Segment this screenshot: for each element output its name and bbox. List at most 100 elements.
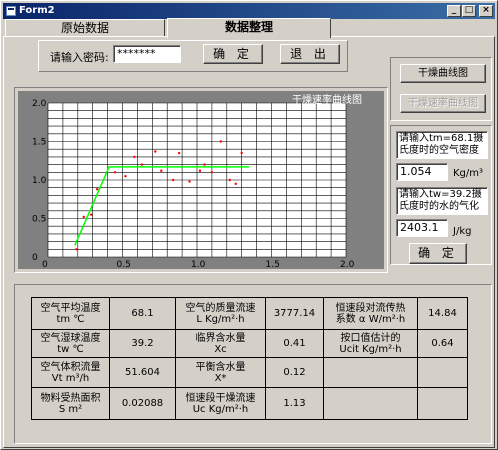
table-row: 物料受热面积 S m² 0.02088 恒速段干燥流速 Uc Kg/m²·h 1.13 <box>31 387 468 420</box>
data-point <box>124 174 127 178</box>
data-point <box>198 169 202 172</box>
quantity-label: 物料受热面积 <box>40 392 101 404</box>
quantity-label: 恒速段对流传热 <box>335 302 406 314</box>
x-tick-label: 1.5 <box>266 260 280 269</box>
table-label-cell <box>323 357 418 388</box>
app-icon <box>6 6 16 16</box>
titlebar: Form2 _ □ × <box>3 3 495 19</box>
table-label-cell: 恒速段干燥流速 Uc Kg/m²·h <box>175 387 266 420</box>
x-tick-label: 0 <box>42 260 48 269</box>
quantity-unit: Ucit Kg/m²·h <box>339 343 402 355</box>
y-tick-label: 0 <box>32 253 38 263</box>
data-point <box>171 178 175 182</box>
confirm-values-button[interactable]: 确 定 <box>409 243 467 264</box>
data-point <box>95 188 99 191</box>
data-point <box>133 155 136 159</box>
table-label-cell: 按口值估计的 Ucit Kg/m²·h <box>323 329 418 358</box>
chart-title: 干燥速率曲线图 <box>292 93 362 106</box>
vaporization-heat-prompt: 请输入tw=39.2摄氏度时的水的气化 <box>396 187 488 215</box>
y-tick-label: 1.5 <box>32 138 46 148</box>
table-value-cell <box>417 357 468 388</box>
table-value-cell: 51.604 <box>109 357 176 388</box>
quantity-unit: tm ℃ <box>56 313 85 325</box>
quantity-label: 按口值估计的 <box>340 332 401 344</box>
results-table: 空气平均温度 tm ℃ 68.1 空气的质量流速 L Kg/m²·h 3777.14 恒速段… <box>31 297 468 420</box>
table-row: 空气平均温度 tm ℃ 68.1 空气的质量流速 L Kg/m²·h 3777.14 恒速段… <box>31 297 468 330</box>
y-tick-label: 1.0 <box>32 176 47 186</box>
quantity-label: 空气的质量流速 <box>185 302 256 314</box>
quantity-label: 临界含水量 <box>195 332 246 344</box>
password-input[interactable]: ******* <box>113 45 181 63</box>
tab-strip: 原始数据 数据整理 <box>3 18 495 38</box>
tab-raw-data[interactable]: 原始数据 <box>5 19 165 37</box>
quantity-label: 平衡含水量 <box>195 361 246 373</box>
data-point <box>234 182 237 186</box>
table-label-cell: 空气湿球温度 tw ℃ <box>31 329 110 358</box>
table-value-cell: 14.84 <box>417 297 468 330</box>
maximize-button[interactable]: □ <box>462 5 476 17</box>
table-row: 空气湿球温度 tw ℃ 39.2 临界含水量 Xc 0.41 按口值估计的 Ucit Kg/m… <box>31 329 468 358</box>
table-label-cell: 平衡含水量 X* <box>175 357 266 388</box>
table-value-cell: 0.02088 <box>109 387 176 420</box>
close-button[interactable]: × <box>479 5 493 17</box>
minimize-button[interactable]: _ <box>447 5 461 17</box>
quantity-unit: L Kg/m²·h <box>196 313 245 325</box>
table-label-cell: 空气的质量流速 L Kg/m²·h <box>175 297 266 330</box>
table-label-cell <box>323 387 418 420</box>
quantity-unit: S m² <box>58 403 83 415</box>
quantity-label: 恒速段干燥流速 <box>185 392 256 404</box>
quantity-unit: Xc <box>214 343 227 355</box>
form-window: Form2 _ □ × 原始数据 数据整理 请输入密码: ******* 确 定… <box>0 0 498 450</box>
air-density-input[interactable]: 1.054 <box>396 163 448 181</box>
tab-data-processing[interactable]: 数据整理 <box>167 18 331 38</box>
table-row: 空气体积流量 Vt m³/h 51.604 平衡含水量 X* 0.12 <box>31 357 468 388</box>
table-value-cell: 0.41 <box>265 329 324 358</box>
table-label-cell: 临界含水量 Xc <box>175 329 266 358</box>
quantity-unit: Uc Kg/m²·h <box>192 403 249 415</box>
quantity-label: 空气湿球温度 <box>40 332 101 344</box>
quantity-label: 空气平均温度 <box>40 302 101 314</box>
quantity-unit: 系数 α W/m²·h <box>335 313 406 325</box>
drying-curve-button[interactable]: 干燥曲线图 <box>400 64 486 83</box>
table-value-cell: 39.2 <box>109 329 176 358</box>
chart-grid <box>47 102 347 258</box>
data-point <box>140 163 144 166</box>
table-label-cell: 空气体积流量 Vt m³/h <box>31 357 110 388</box>
air-density-unit: Kg/m³ <box>453 168 484 179</box>
quantity-unit: X* <box>214 372 227 384</box>
air-density-prompt: 请输入tm=68.1摄氏度时的空气密度 <box>396 131 488 159</box>
table-label-cell: 恒速段对流传热 系数 α W/m²·h <box>323 297 418 330</box>
data-point <box>228 178 231 182</box>
table-label-cell: 物料受热面积 S m² <box>31 387 110 420</box>
exit-button[interactable]: 退 出 <box>280 44 340 64</box>
data-point <box>160 169 163 172</box>
data-point <box>90 213 93 216</box>
table-value-cell: 1.13 <box>265 387 324 420</box>
confirm-password-button[interactable]: 确 定 <box>203 44 263 64</box>
data-point <box>113 171 117 174</box>
table-value-cell <box>417 387 468 420</box>
data-point <box>219 140 223 143</box>
x-tick-label: 2.0 <box>340 260 355 269</box>
data-point <box>177 151 181 155</box>
quantity-unit: tw ℃ <box>57 343 84 355</box>
drying-rate-chart: 0 0.5 1.0 1.5 2.0 0 0.5 1.0 1.5 2.0 干燥速率曲线图 <box>18 91 384 269</box>
x-tick-label: 0.5 <box>117 260 131 269</box>
table-value-cell: 68.1 <box>109 297 176 330</box>
data-point <box>240 151 243 155</box>
vaporization-heat-unit: J/kg <box>453 226 472 237</box>
data-point <box>203 163 206 166</box>
password-label: 请输入密码: <box>50 51 109 64</box>
quantity-unit: Vt m³/h <box>51 372 90 384</box>
quantity-label: 空气体积流量 <box>40 361 101 373</box>
drying-rate-curve-button[interactable]: 干燥速率曲线图 <box>400 94 486 113</box>
vaporization-heat-input[interactable]: 2403.1 <box>396 219 448 237</box>
data-point <box>75 248 78 251</box>
data-point <box>82 215 85 219</box>
table-value-cell: 3777.14 <box>265 297 324 330</box>
y-tick-label: 0.5 <box>32 215 46 225</box>
data-point <box>188 180 191 183</box>
table-label-cell: 空气平均温度 tm ℃ <box>31 297 110 330</box>
table-value-cell: 0.64 <box>417 329 468 358</box>
x-tick-label: 1.0 <box>191 260 206 269</box>
